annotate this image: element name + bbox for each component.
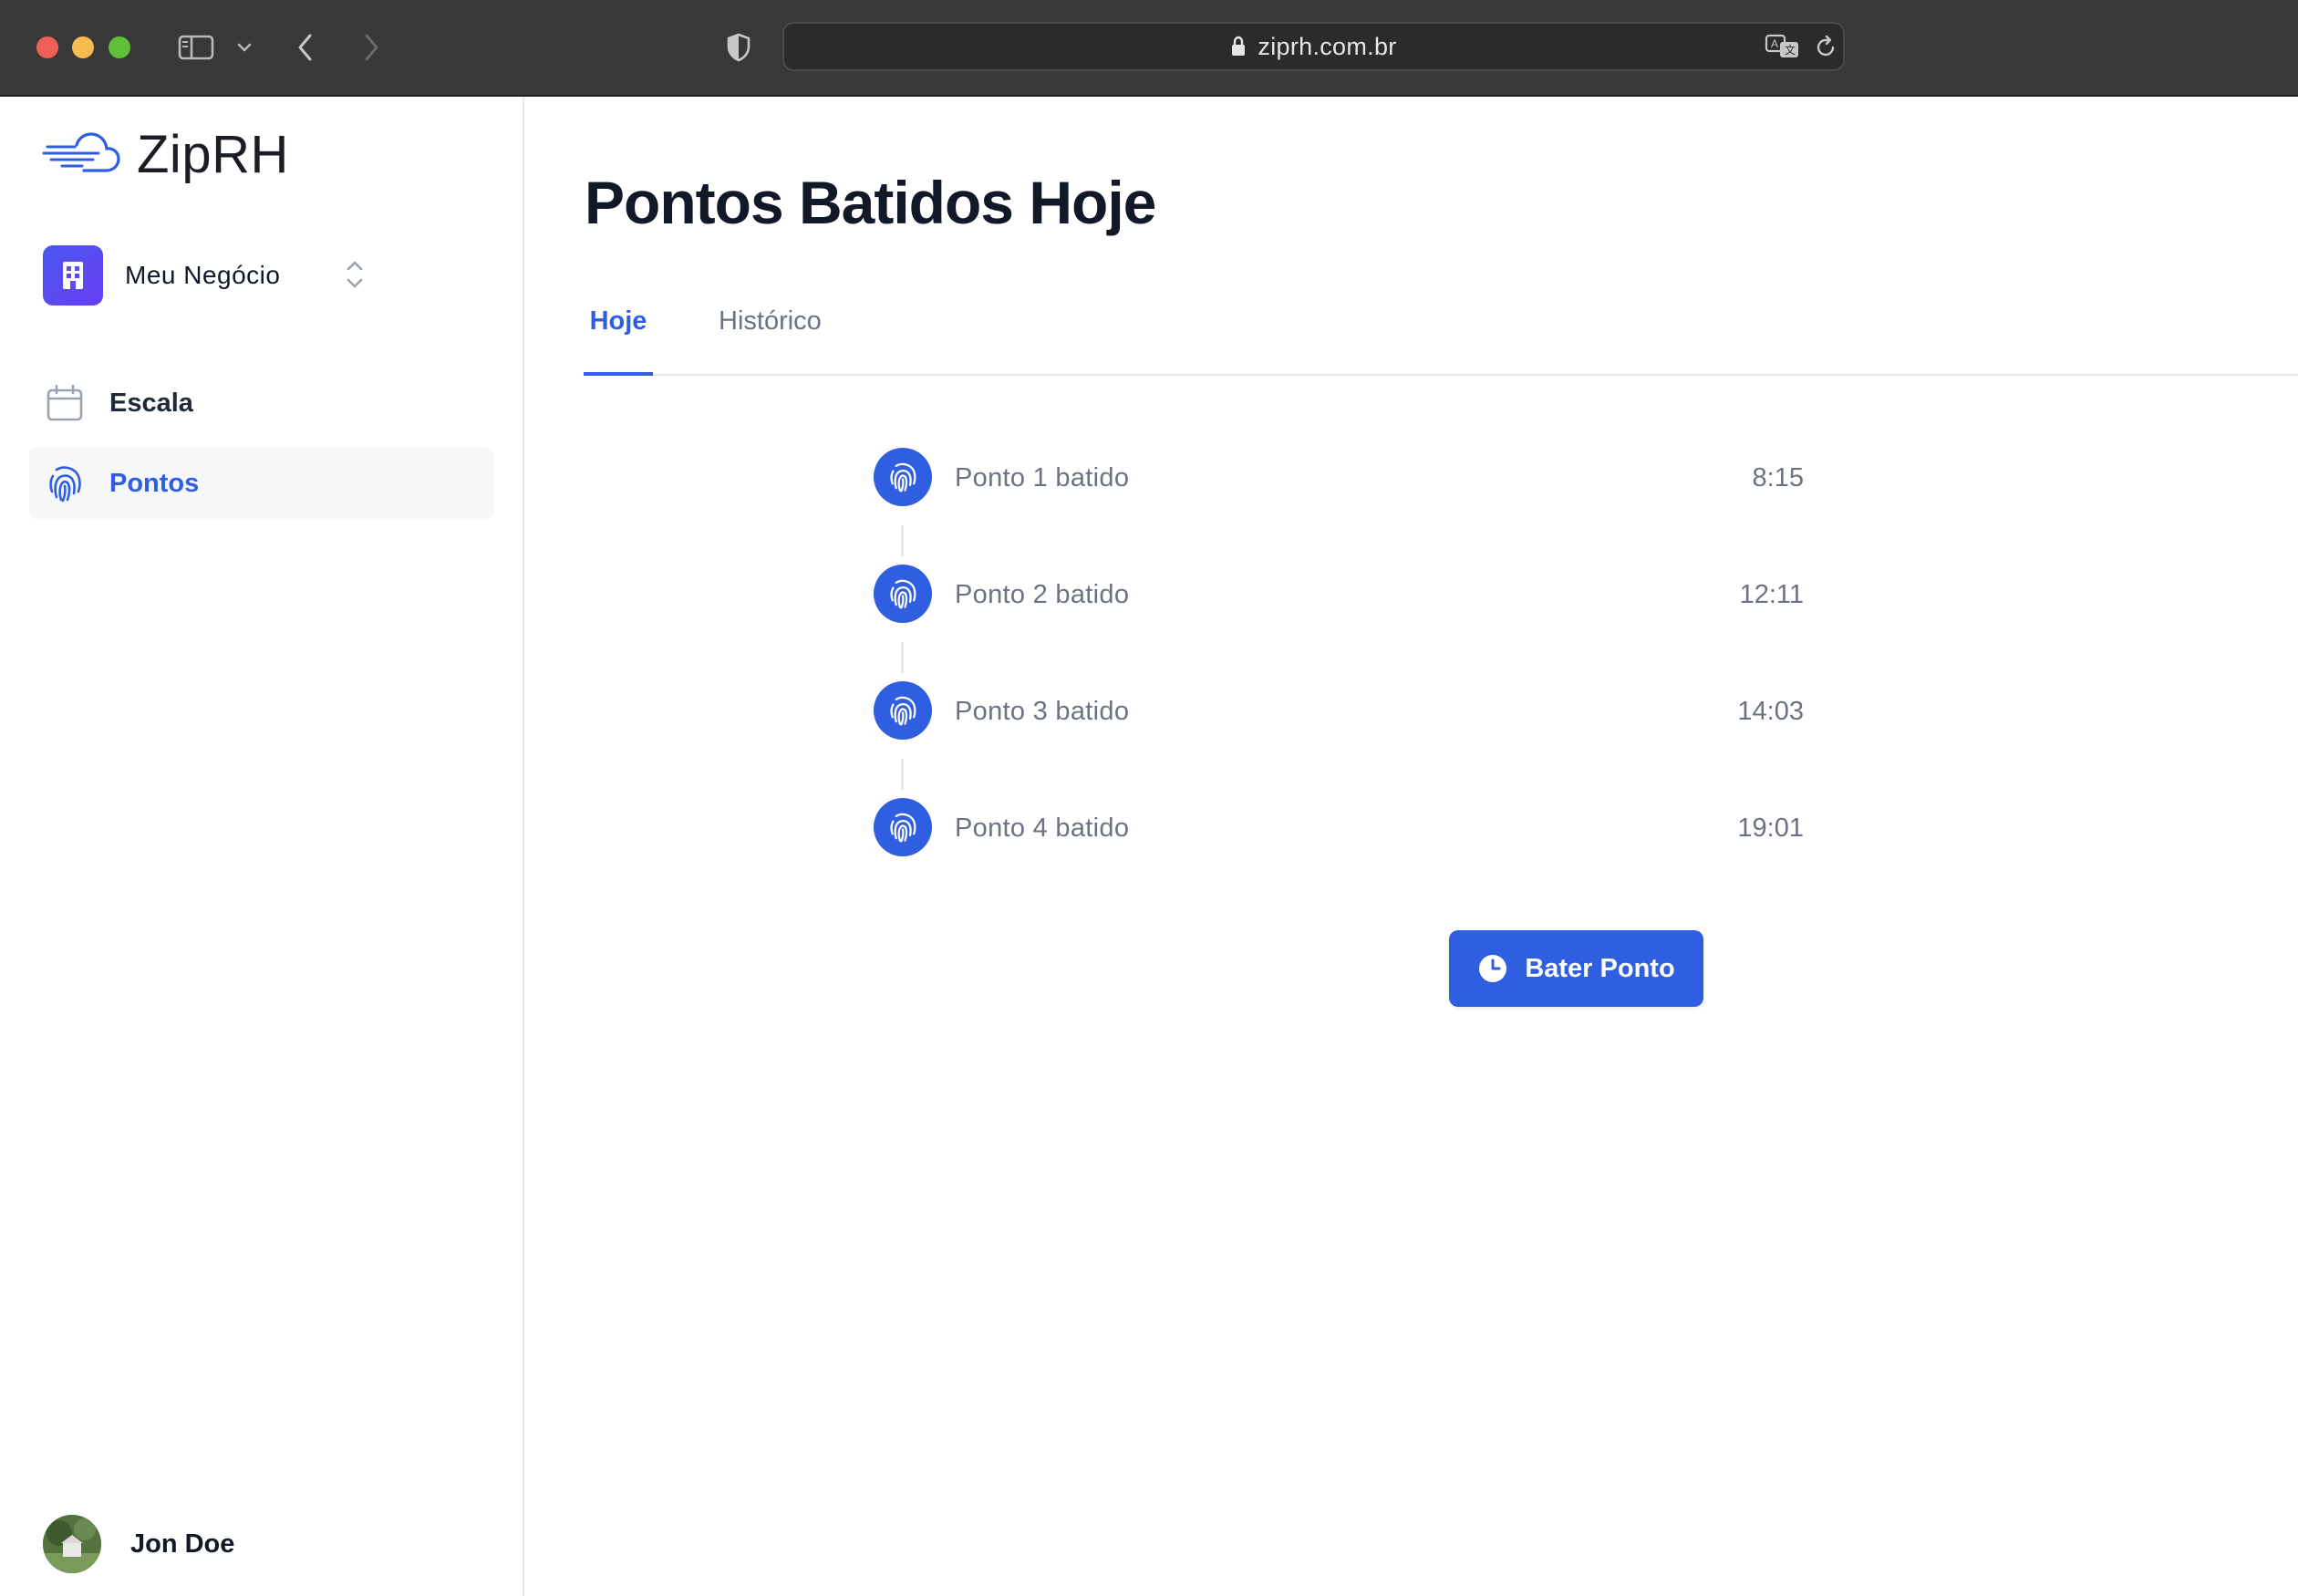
close-window-button[interactable] [36,36,58,58]
timeline-label: Ponto 3 batido [955,697,1130,726]
fingerprint-icon [874,448,932,506]
timeline-time: 14:03 [1737,697,1804,726]
timeline-connector [901,525,904,556]
zoom-window-button[interactable] [109,36,130,58]
timeline-item: Ponto 1 batido 8:15 [874,448,1804,508]
user-profile[interactable]: Jon Doe [43,1515,234,1573]
app-logo[interactable]: ZipRH [42,124,289,185]
url-text: ziprh.com.br [1258,32,1397,60]
tab-historico[interactable]: Histórico [719,306,822,376]
sidebar: ZipRH Meu Negócio Escala Pontos Jon Doe [0,97,524,1596]
minimize-window-button[interactable] [72,36,94,58]
timeline-connector [901,642,904,673]
logo-text: ZipRH [137,125,289,184]
forward-icon[interactable] [357,27,385,67]
business-name: Meu Negócio [125,261,281,289]
fingerprint-icon [874,565,932,623]
timeline-connector [901,759,904,790]
reload-icon[interactable] [1813,35,1838,65]
fingerprint-icon [46,464,84,503]
timeline-item: Ponto 3 batido 14:03 [874,681,1804,741]
shield-icon[interactable] [724,27,753,67]
business-selector[interactable]: Meu Negócio [43,245,371,306]
fingerprint-icon [874,798,932,856]
timeline-time: 19:01 [1737,814,1804,843]
svg-text:文: 文 [1785,43,1796,57]
bater-ponto-label: Bater Ponto [1525,953,1675,983]
bater-ponto-button[interactable]: Bater Ponto [1449,930,1703,1007]
timeline-time: 12:11 [1739,580,1804,609]
sidebar-item-pontos[interactable]: Pontos [29,447,494,520]
fingerprint-icon [874,681,932,740]
timeline-label: Ponto 2 batido [955,580,1130,609]
translate-icon[interactable]: A文 [1765,33,1801,65]
timeline-item: Ponto 4 batido 19:01 [874,798,1804,858]
avatar [43,1515,101,1573]
back-icon[interactable] [292,27,319,67]
page-title: Pontos Batidos Hoje [585,169,1156,236]
main-content: Pontos Batidos Hoje Hoje Histórico Ponto… [526,97,2298,1596]
timeline-item: Ponto 2 batido 12:11 [874,565,1804,625]
timeline-time: 8:15 [1752,463,1804,492]
timeline-label: Ponto 1 batido [955,463,1130,492]
address-bar[interactable]: ziprh.com.br A文 [782,22,1845,71]
chevron-down-icon[interactable] [233,27,255,67]
sidebar-item-escala[interactable]: Escala [29,367,494,440]
user-name: Jon Doe [130,1529,235,1559]
tab-bar: Hoje Histórico [584,279,2298,376]
sidebar-toggle-icon[interactable] [175,27,217,67]
tab-hoje[interactable]: Hoje [584,306,653,376]
browser-toolbar: ziprh.com.br A文 [0,0,2298,97]
svg-text:A: A [1771,37,1778,50]
calendar-icon [46,384,84,422]
sidebar-item-label: Escala [109,388,193,418]
chevron-up-down-icon[interactable] [344,256,366,297]
logo-cloud-icon [42,125,120,184]
building-icon [43,245,103,306]
sidebar-item-label: Pontos [109,468,200,498]
clock-icon [1477,953,1508,984]
timeline-label: Ponto 4 batido [955,814,1130,843]
lock-icon [1230,36,1247,57]
